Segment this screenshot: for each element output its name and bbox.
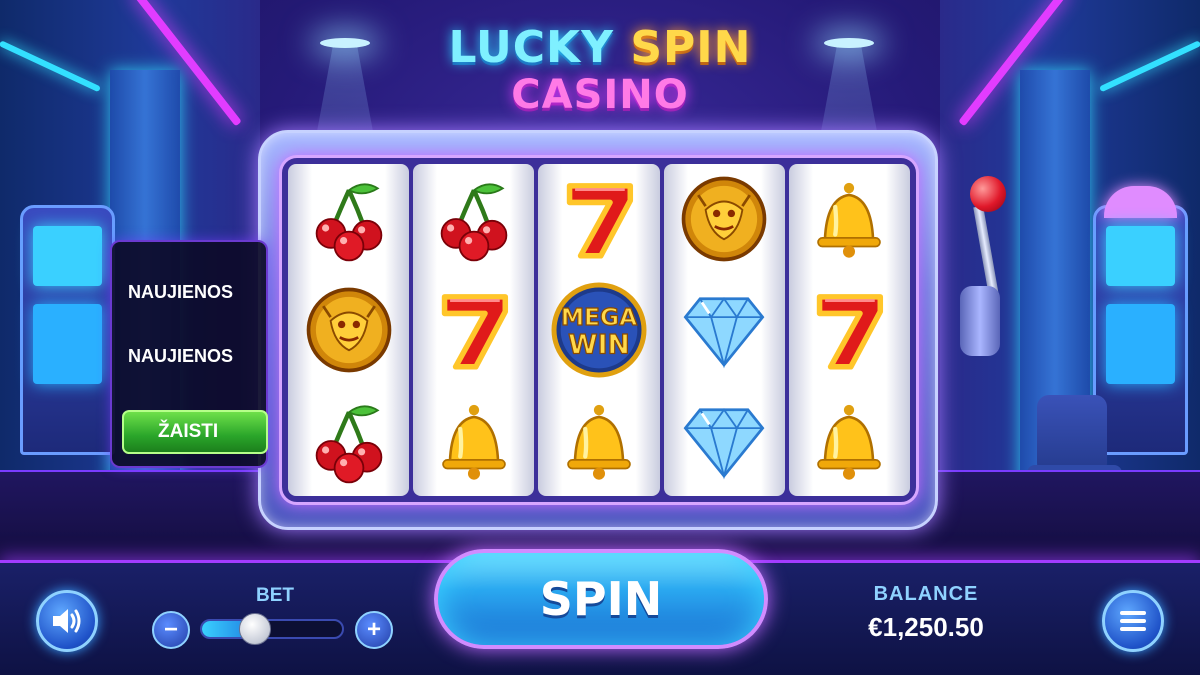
mega-win-symbol: MEGA WIN bbox=[549, 280, 649, 380]
title-word-spin: SPIN bbox=[630, 22, 752, 73]
title-casino: CASINO bbox=[511, 72, 689, 118]
mega-win-text-line2: WIN bbox=[568, 329, 630, 360]
diamond-symbol bbox=[674, 280, 774, 380]
bet-label: BET bbox=[256, 585, 294, 606]
bell-symbol bbox=[799, 391, 899, 491]
menu-item-news-2[interactable]: NAUJIENOS bbox=[128, 346, 233, 367]
spin-label: SPIN bbox=[539, 572, 663, 626]
seven-symbol bbox=[799, 280, 899, 380]
bet-increase-button[interactable]: + bbox=[355, 611, 393, 649]
balance-value: €1,250.50 bbox=[868, 612, 984, 642]
cherry-symbol bbox=[424, 169, 524, 269]
side-menu: NAUJIENOS NAUJIENOS ŽAISTI bbox=[110, 240, 268, 468]
spin-button[interactable]: SPIN bbox=[434, 549, 768, 649]
game-title: LUCKY SPIN bbox=[0, 22, 1200, 73]
slot-machine-cabinet: MEGA WIN bbox=[258, 130, 938, 530]
cherry-symbol bbox=[299, 391, 399, 491]
bell-symbol bbox=[424, 391, 524, 491]
balance-label: BALANCE bbox=[873, 583, 979, 605]
seven-symbol bbox=[424, 280, 524, 380]
cherry-symbol bbox=[299, 169, 399, 269]
dragon-symbol bbox=[674, 169, 774, 269]
speaker-icon bbox=[53, 609, 81, 633]
title-word-lucky: LUCKY bbox=[448, 22, 614, 73]
reel-2 bbox=[413, 164, 535, 496]
reel-5 bbox=[788, 164, 911, 496]
reel-4 bbox=[663, 164, 785, 496]
menu-button[interactable] bbox=[1102, 590, 1164, 652]
reels-window: MEGA WIN bbox=[279, 155, 919, 505]
seven-symbol bbox=[549, 169, 649, 269]
reel-3: MEGA WIN bbox=[538, 164, 660, 496]
dragon-symbol bbox=[299, 280, 399, 380]
bell-symbol bbox=[799, 169, 899, 269]
bet-slider[interactable] bbox=[200, 613, 344, 645]
lever-knob[interactable] bbox=[970, 176, 1006, 212]
bet-slider-knob[interactable] bbox=[239, 613, 272, 645]
play-button[interactable]: ŽAISTI bbox=[122, 410, 268, 454]
diamond-symbol bbox=[674, 391, 774, 491]
bet-decrease-button[interactable]: − bbox=[152, 611, 190, 649]
bell-symbol bbox=[549, 391, 649, 491]
hamburger-menu-icon bbox=[1120, 611, 1146, 631]
reel-1 bbox=[288, 164, 410, 496]
mega-win-text-line1: MEGA bbox=[561, 303, 637, 331]
sound-button[interactable] bbox=[36, 590, 98, 652]
menu-item-news-1[interactable]: NAUJIENOS bbox=[128, 282, 233, 303]
background-slot-machine-left bbox=[20, 205, 115, 455]
slot-lever[interactable] bbox=[948, 176, 1008, 356]
